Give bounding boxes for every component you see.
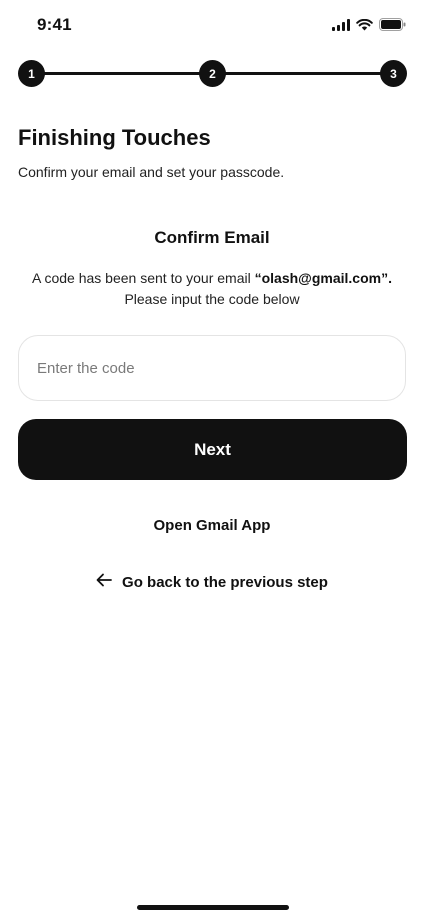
step-1-indicator: 1: [18, 60, 45, 87]
section-title: Confirm Email: [154, 228, 270, 247]
back-link-label: Go back to the previous step: [122, 573, 328, 591]
step-3-indicator: 3: [380, 60, 407, 87]
step-2-indicator: 2: [199, 60, 226, 87]
back-link[interactable]: Go back to the previous step: [0, 573, 424, 591]
step-connector: [38, 72, 213, 75]
battery-icon: [379, 18, 406, 36]
progress-stepper: 1 2 3: [18, 60, 407, 88]
arrow-left-icon: [96, 573, 112, 591]
status-bar: 9:41: [0, 0, 424, 50]
wifi-icon: [356, 18, 373, 36]
code-sent-message: A code has been sent to your email “olas…: [0, 270, 424, 286]
code-sent-text: A code has been sent to your email: [32, 270, 255, 286]
open-gmail-link[interactable]: Open Gmail App: [0, 517, 424, 534]
home-indicator: [137, 905, 289, 910]
code-input[interactable]: [18, 335, 406, 401]
email-address: “olash@gmail.com”.: [254, 270, 392, 286]
next-button[interactable]: Next: [18, 419, 407, 480]
step-connector: [218, 72, 393, 75]
signal-icon: [332, 18, 350, 36]
page-title: Finishing Touches: [18, 125, 211, 150]
status-icons: [332, 18, 406, 36]
input-instruction: Please input the code below: [124, 291, 300, 307]
status-time: 9:41: [37, 15, 72, 34]
page-subtitle: Confirm your email and set your passcode…: [18, 164, 285, 180]
